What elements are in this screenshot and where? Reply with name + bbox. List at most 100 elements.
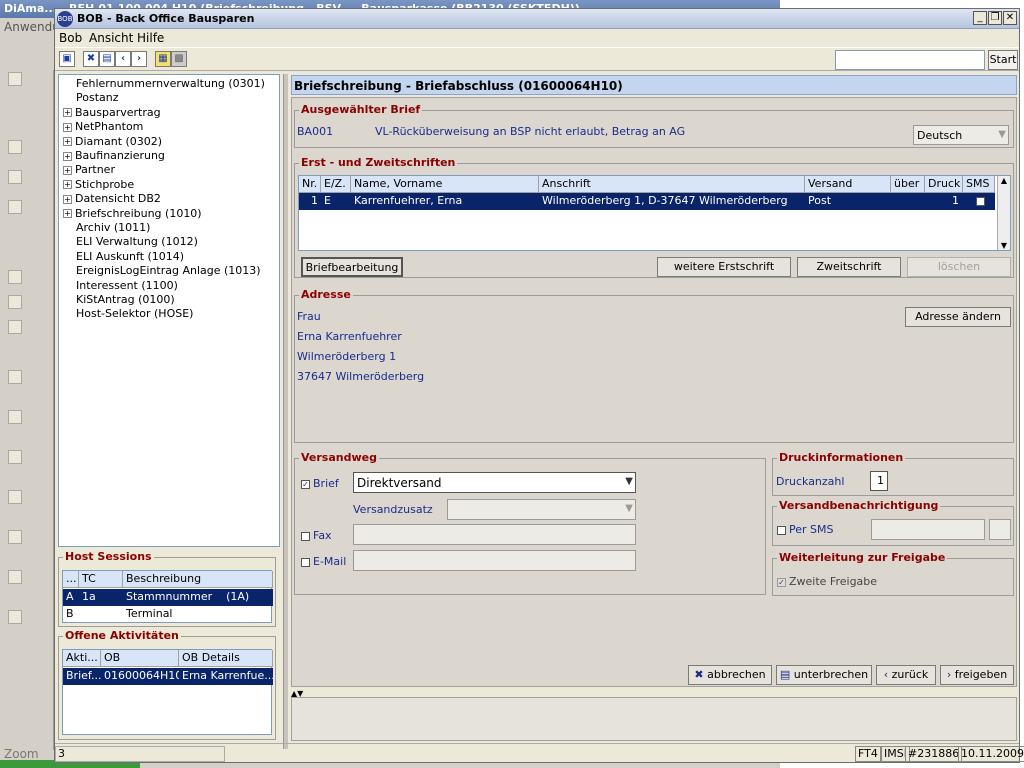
notes-icon[interactable]: ▦ (155, 51, 171, 67)
tool-icon[interactable] (8, 72, 22, 86)
expand-icon[interactable]: + (63, 194, 72, 204)
column-header[interactable]: Beschreibung (123, 571, 273, 588)
sms-checkbox[interactable]: Per SMS (777, 523, 833, 536)
tree-item[interactable]: + Briefschreibung (1010) (63, 207, 202, 221)
minimize-icon[interactable]: _ (973, 11, 987, 25)
column-header[interactable]: E/Z. (321, 176, 351, 193)
tool-icon[interactable] (8, 140, 22, 154)
expand-icon[interactable]: + (63, 209, 72, 219)
new-document-icon[interactable]: ▣ (59, 51, 75, 67)
tree-item[interactable]: ELI Verwaltung (1012) (63, 235, 198, 249)
expand-icon[interactable]: + (63, 180, 72, 190)
menu-bob[interactable]: Bob (59, 31, 82, 45)
tree-item[interactable]: + Bausparvertrag (63, 106, 161, 120)
scroll-down-icon[interactable]: ▼ (998, 241, 1010, 250)
back-button[interactable]: ‹ zurück (876, 665, 936, 685)
grid-icon[interactable]: ▩ (171, 51, 187, 67)
column-header[interactable]: OB (101, 650, 179, 667)
column-header[interactable]: Nr. (299, 176, 321, 193)
tree-item[interactable]: + Diamant (0302) (63, 135, 162, 149)
column-header[interactable]: TC (79, 571, 123, 588)
sms-lookup-button[interactable] (989, 519, 1011, 540)
table-scrollbar[interactable]: ▲ ▼ (997, 176, 1010, 250)
tree-item[interactable]: + Partner (63, 163, 115, 177)
column-header[interactable]: OB Details (179, 650, 273, 667)
forward-icon[interactable]: › (131, 51, 147, 67)
sms-checkbox[interactable] (963, 193, 995, 210)
extra-select[interactable]: ▼ (447, 499, 636, 520)
fax-checkbox[interactable]: Fax (301, 529, 332, 542)
tree-item[interactable]: Host-Selektor (HOSE) (63, 307, 193, 321)
session-desc[interactable]: Terminal (123, 606, 273, 623)
session-id[interactable]: B (63, 606, 79, 623)
tree-item[interactable]: + Stichprobe (63, 178, 134, 192)
menu-ansicht[interactable]: Ansicht (89, 31, 133, 45)
scroll-up-icon[interactable]: ▲ (998, 176, 1010, 185)
expand-icon[interactable]: + (63, 108, 72, 118)
second-release-checkbox[interactable]: ✓ Zweite Freigabe (777, 575, 877, 588)
column-header[interactable]: über (891, 176, 925, 193)
search-input[interactable] (835, 50, 985, 70)
email-checkbox[interactable]: E-Mail (301, 555, 346, 568)
start-button[interactable]: Start (988, 50, 1018, 70)
sms-number-field[interactable] (871, 519, 985, 540)
tree-item[interactable]: Postanz (63, 91, 119, 105)
menu-hilfe[interactable]: Hilfe (137, 31, 164, 45)
session-tc[interactable] (79, 606, 123, 623)
column-header[interactable]: Name, Vorname (351, 176, 539, 193)
tree-item[interactable]: Interessent (1100) (63, 279, 178, 293)
change-address-button[interactable]: Adresse ändern (905, 307, 1011, 327)
background-app-menu[interactable]: Anwendu (0, 20, 60, 38)
tree-item[interactable]: Archiv (1011) (63, 221, 150, 235)
tree-item[interactable]: Fehlernummernverwaltung (0301) (63, 77, 265, 91)
column-header[interactable]: Anschrift (539, 176, 805, 193)
release-button[interactable]: › freigeben (940, 665, 1014, 685)
interrupt-button[interactable]: ▤ unterbrechen (776, 665, 872, 685)
close-document-icon[interactable]: ✖ (83, 51, 99, 67)
brief-checkbox[interactable]: ✓ Brief (301, 477, 339, 490)
collapse-arrows[interactable]: ▲▼ (291, 689, 1017, 698)
zoom-icon[interactable] (8, 320, 22, 334)
save-icon[interactable]: ▤ (99, 51, 115, 67)
expand-icon[interactable]: + (63, 137, 72, 147)
column-header[interactable]: Akti... (63, 650, 101, 667)
column-header[interactable]: ... (63, 571, 79, 588)
zoom-icon[interactable] (8, 295, 22, 309)
tool-icon[interactable] (8, 530, 22, 544)
tool-icon[interactable] (8, 450, 22, 464)
column-header[interactable]: Versand (805, 176, 891, 193)
restore-icon[interactable]: ❐ (988, 11, 1002, 25)
title-bar[interactable]: BOB BOB - Back Office Bausparen _ ❐ ✕ (55, 9, 1019, 29)
tree-item[interactable]: + Baufinanzierung (63, 149, 165, 163)
tool-icon[interactable] (8, 610, 22, 624)
email-field[interactable] (353, 550, 636, 571)
tool-icon[interactable] (8, 490, 22, 504)
tree-item[interactable]: + NetPhantom (63, 120, 143, 134)
column-header[interactable]: Druck (925, 176, 963, 193)
tree-item[interactable]: ELI Auskunft (1014) (63, 250, 184, 264)
panel-splitter[interactable] (283, 74, 288, 749)
expand-icon[interactable]: + (63, 122, 72, 132)
zoom-icon[interactable] (8, 270, 22, 284)
tool-icon[interactable] (8, 170, 22, 184)
tool-icon[interactable] (8, 200, 22, 214)
language-select[interactable]: Deutsch ▼ (913, 125, 1009, 145)
expand-icon[interactable]: + (63, 165, 72, 175)
letter-edit-button[interactable]: Briefbearbeitung (301, 257, 403, 277)
tool-icon[interactable] (8, 570, 22, 584)
tree-item[interactable]: EreignisLogEintrag Anlage (1013) (63, 264, 261, 278)
column-header[interactable]: SMS (963, 176, 995, 193)
add-first-copy-button[interactable]: weitere Erstschrift (657, 257, 791, 277)
tree-item[interactable]: + Datensicht DB2 (63, 192, 161, 206)
back-icon[interactable]: ‹ (115, 51, 131, 67)
fax-field[interactable] (353, 524, 636, 545)
second-copy-button[interactable]: Zweitschrift (797, 257, 901, 277)
close-icon[interactable]: ✕ (1003, 11, 1017, 25)
delete-button[interactable]: löschen (907, 257, 1011, 277)
tree-item[interactable]: KiStAntrag (0100) (63, 293, 175, 307)
brief-shipping-select[interactable]: Direktversand ▼ (353, 472, 636, 493)
cancel-button[interactable]: ✖ abbrechen (688, 665, 772, 685)
tool-icon[interactable] (8, 370, 22, 384)
expand-icon[interactable]: + (63, 151, 72, 161)
print-count-input[interactable]: 1 (870, 471, 888, 491)
